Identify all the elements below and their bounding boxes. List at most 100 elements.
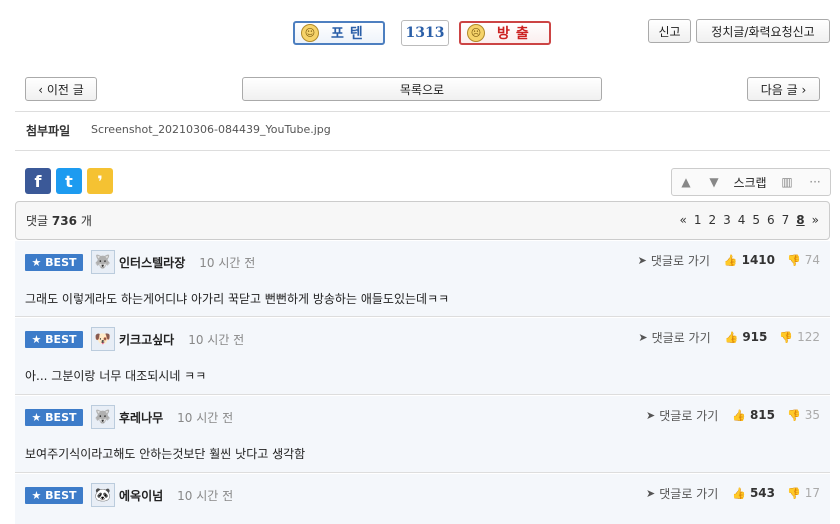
- comment-time: 10 시간 전: [188, 332, 245, 347]
- pager-page[interactable]: 7: [782, 213, 790, 227]
- pager-last[interactable]: »: [812, 213, 819, 227]
- comment-count-value: 736: [51, 214, 77, 228]
- downvote-button[interactable]: 👎 74: [787, 253, 820, 267]
- upvote-button[interactable]: 👍 815: [732, 408, 775, 422]
- comment-author[interactable]: 키크고싶다: [119, 331, 174, 348]
- upvote-button[interactable]: 👍 1410: [724, 253, 775, 267]
- downvote-count: 35: [804, 408, 820, 422]
- sad-face-icon: ☹: [467, 24, 485, 42]
- pager-page[interactable]: 2: [708, 213, 716, 227]
- comment-time: 10 시간 전: [177, 410, 234, 425]
- goto-comment-label: 댓글로 가기: [659, 486, 719, 501]
- comment-item: ★ BEST 🐺 인터스텔라장 10 시간 전 ➤ 댓글로 가기 👍 1410 👎 7…: [15, 241, 830, 317]
- facebook-share-icon[interactable]: f: [25, 168, 51, 194]
- political-report-button[interactable]: 정치글/화력요청신고: [696, 19, 830, 43]
- comment-text: 보여주기식이라고해도 안하는것보단 훨씬 낫다고 생각함: [25, 447, 306, 461]
- release-label: 방출: [497, 26, 535, 42]
- best-badge: ★ BEST: [25, 253, 83, 271]
- comment-item: ★ BEST 🐺 후레나무 10 시간 전 ➤ 댓글로 가기 👍 815 👎 35 보…: [15, 396, 830, 473]
- downvote-count: 17: [804, 486, 820, 500]
- upvote-button[interactable]: 👍 915: [725, 330, 768, 344]
- pager-page[interactable]: 5: [752, 213, 760, 227]
- comment-pager: « 1 2 3 4 5 6 7 8 »: [679, 213, 819, 227]
- comment-author[interactable]: 후레나무: [119, 409, 163, 426]
- comment-author[interactable]: 인터스텔라장: [119, 254, 185, 271]
- arrow-icon: ➤: [646, 408, 656, 422]
- best-badge: ★ BEST: [25, 486, 83, 504]
- pager-first[interactable]: «: [679, 213, 686, 227]
- potent-vote-button[interactable]: ☺ 포텐: [293, 21, 385, 45]
- thumbs-down-icon: 👎: [787, 408, 801, 422]
- comment-text: 아... 그분이랑 너무 대조되시네 ㅋㅋ: [25, 369, 207, 383]
- upvote-count: 543: [749, 486, 776, 500]
- thumbs-down-icon: 👎: [787, 486, 801, 500]
- best-badge: ★ BEST: [25, 330, 83, 348]
- vote-count: 1313: [401, 20, 449, 46]
- arrow-icon: ➤: [646, 486, 656, 500]
- downvote-button[interactable]: 👎 35: [787, 408, 820, 422]
- comment-time: 10 시간 전: [177, 488, 234, 503]
- pager-page[interactable]: 4: [738, 213, 746, 227]
- avatar: 🐺: [91, 405, 115, 429]
- goto-comment-link[interactable]: ➤ 댓글로 가기: [646, 485, 718, 502]
- pager-current-page[interactable]: 8: [796, 213, 804, 227]
- divider: [15, 111, 830, 112]
- goto-comment-link[interactable]: ➤ 댓글로 가기: [638, 329, 710, 346]
- comment-item: ★ BEST 🐼 에옥이넘 10 시간 전 ➤ 댓글로 가기 👍 543 👎 17: [15, 474, 830, 524]
- upvote-count: 915: [742, 330, 768, 344]
- avatar: 🐶: [91, 327, 115, 351]
- arrow-icon: ➤: [638, 330, 648, 344]
- avatar: 🐼: [91, 483, 115, 507]
- thumbs-up-icon: 👍: [724, 330, 739, 344]
- back-to-list-button[interactable]: 목록으로: [242, 77, 602, 101]
- thumbs-down-icon: 👎: [787, 253, 801, 267]
- pager-page[interactable]: 6: [767, 213, 775, 227]
- comment-count-unit: 개: [80, 214, 92, 228]
- comment-time: 10 시간 전: [199, 255, 256, 270]
- goto-comment-label: 댓글로 가기: [651, 330, 711, 345]
- divider: [15, 150, 830, 151]
- upvote-count: 1410: [741, 253, 776, 267]
- release-vote-button[interactable]: ☹ 방출: [459, 21, 551, 45]
- attachment-file-link[interactable]: Screenshot_20210306-084439_YouTube.jpg: [91, 123, 331, 136]
- report-button[interactable]: 신고: [648, 19, 691, 43]
- pager-page[interactable]: 1: [694, 213, 702, 227]
- thumbs-up-icon: 👍: [732, 408, 746, 422]
- goto-comment-label: 댓글로 가기: [659, 408, 719, 423]
- prev-post-button[interactable]: ‹ 이전 글: [25, 77, 97, 101]
- more-icon[interactable]: ···: [802, 175, 828, 189]
- downvote-button[interactable]: 👎 17: [787, 486, 820, 500]
- goto-comment-link[interactable]: ➤ 댓글로 가기: [638, 252, 710, 269]
- goto-comment-label: 댓글로 가기: [650, 253, 710, 268]
- upvote-button[interactable]: 👍 543: [732, 486, 775, 500]
- comment-count: 댓글 736 개: [26, 212, 92, 229]
- smile-face-icon: ☺: [301, 24, 319, 42]
- goto-comment-link[interactable]: ➤ 댓글로 가기: [646, 407, 718, 424]
- best-badge: ★ BEST: [25, 408, 83, 426]
- downvote-button[interactable]: 👎 122: [779, 330, 820, 344]
- scroll-up-icon[interactable]: ▲: [672, 175, 700, 189]
- comment-count-label: 댓글: [26, 214, 49, 228]
- thumbs-up-icon: 👍: [732, 486, 746, 500]
- comment-text: 그래도 이렇게라도 하는게어디냐 아가리 꾹닫고 뻔뻔하게 방송하는 애들도있는…: [25, 292, 450, 306]
- arrow-icon: ➤: [637, 253, 647, 267]
- attachment-label: 첨부파일: [26, 124, 71, 138]
- comments-header: 댓글 736 개 « 1 2 3 4 5 6 7 8 »: [15, 201, 830, 240]
- thumbs-down-icon: 👎: [779, 330, 794, 344]
- scroll-down-icon[interactable]: ▼: [700, 175, 728, 189]
- potent-label: 포텐: [331, 26, 369, 42]
- twitter-share-icon[interactable]: t: [56, 168, 82, 194]
- pager-page[interactable]: 3: [723, 213, 731, 227]
- next-post-button[interactable]: 다음 글 ›: [747, 77, 820, 101]
- downvote-count: 122: [797, 330, 820, 344]
- comment-item: ★ BEST 🐶 키크고싶다 10 시간 전 ➤ 댓글로 가기 👍 915 👎 122…: [15, 318, 830, 395]
- downvote-count: 74: [804, 253, 820, 267]
- upvote-count: 815: [749, 408, 776, 422]
- thumbs-up-icon: 👍: [723, 253, 738, 267]
- avatar: 🐺: [91, 250, 115, 274]
- post-tools: ▲ ▼ 스크랩 ▥ ···: [671, 168, 831, 196]
- kakao-share-icon[interactable]: ❜: [87, 168, 113, 194]
- comment-author[interactable]: 에옥이넘: [119, 487, 163, 504]
- stats-icon[interactable]: ▥: [772, 175, 802, 189]
- scrap-button[interactable]: 스크랩: [728, 174, 772, 191]
